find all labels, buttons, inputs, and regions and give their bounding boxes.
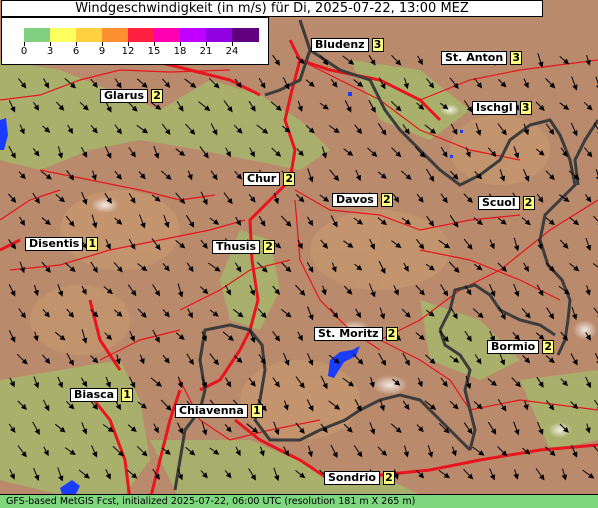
city-label: Ischgl 3 bbox=[472, 101, 532, 115]
city-label: Glarus 2 bbox=[100, 89, 164, 103]
city-name: St. Moritz bbox=[314, 327, 383, 341]
terrain-layer bbox=[0, 0, 598, 508]
wind-speed-value: 2 bbox=[283, 172, 296, 186]
forecast-info-footer: GFS-based MetGIS Fcst, initialized 2025-… bbox=[0, 494, 598, 508]
legend-colorbar bbox=[24, 28, 259, 42]
legend-color-segment bbox=[128, 28, 155, 42]
city-label: Scuol 2 bbox=[478, 196, 535, 210]
city-label: St. Anton 3 bbox=[441, 51, 523, 65]
city-name: Bormio bbox=[487, 340, 540, 354]
legend-color-segment bbox=[206, 28, 233, 42]
legend-color-segment bbox=[180, 28, 207, 42]
city-name: Biasca bbox=[70, 388, 119, 402]
city-name: Davos bbox=[332, 193, 378, 207]
wind-speed-value: 2 bbox=[382, 471, 395, 485]
city-name: Disentis bbox=[25, 237, 84, 251]
city-name: Ischgl bbox=[472, 101, 517, 115]
legend-tick-label: 24 bbox=[225, 46, 239, 57]
city-label: St. Moritz 2 bbox=[314, 327, 398, 341]
legend-color-segment bbox=[50, 28, 77, 42]
legend-tick-label: 18 bbox=[173, 46, 187, 57]
city-label: Chur 2 bbox=[243, 172, 296, 186]
legend-color-segment bbox=[102, 28, 129, 42]
city-label: Bludenz 3 bbox=[311, 38, 384, 52]
wind-speed-value: 3 bbox=[371, 38, 384, 52]
legend-tick-label: 12 bbox=[121, 46, 135, 57]
legend-tick-label: 3 bbox=[46, 46, 54, 57]
city-label: Thusis 2 bbox=[212, 240, 276, 254]
city-name: Scuol bbox=[478, 196, 520, 210]
wind-map: Windgeschwindigkeit (in m/s) für Di, 202… bbox=[0, 0, 598, 508]
wind-speed-value: 2 bbox=[542, 340, 555, 354]
wind-speed-value: 2 bbox=[263, 240, 276, 254]
city-name: Thusis bbox=[212, 240, 261, 254]
legend-tick-label: 21 bbox=[199, 46, 213, 57]
city-label: Biasca 1 bbox=[70, 388, 134, 402]
wind-speed-value: 2 bbox=[522, 196, 535, 210]
wind-speed-value: 1 bbox=[250, 404, 263, 418]
city-label: Disentis 1 bbox=[25, 237, 99, 251]
legend-color-segment bbox=[232, 28, 259, 42]
city-name: Glarus bbox=[100, 89, 149, 103]
legend-tick-label: 15 bbox=[147, 46, 161, 57]
city-name: Chiavenna bbox=[175, 404, 248, 418]
map-title: Windgeschwindigkeit (in m/s) für Di, 202… bbox=[1, 0, 543, 17]
legend-color-segment bbox=[24, 28, 51, 42]
city-label: Sondrio 2 bbox=[324, 471, 395, 485]
wind-speed-value: 2 bbox=[385, 327, 398, 341]
city-label: Bormio 2 bbox=[487, 340, 555, 354]
wind-speed-value: 1 bbox=[121, 388, 134, 402]
legend-color-segment bbox=[154, 28, 181, 42]
city-name: Bludenz bbox=[311, 38, 369, 52]
city-label: Davos 2 bbox=[332, 193, 393, 207]
legend-tick-label: 6 bbox=[72, 46, 80, 57]
city-name: Sondrio bbox=[324, 471, 380, 485]
city-label: Chiavenna 1 bbox=[175, 404, 263, 418]
wind-speed-value: 2 bbox=[151, 89, 164, 103]
wind-speed-value: 3 bbox=[510, 51, 523, 65]
city-name: Chur bbox=[243, 172, 281, 186]
legend-color-segment bbox=[76, 28, 103, 42]
wind-speed-legend: 0 3 6 9 12 15 18 21 24 bbox=[1, 17, 269, 65]
legend-tick-label: 9 bbox=[98, 46, 106, 57]
wind-speed-value: 1 bbox=[86, 237, 99, 251]
city-name: St. Anton bbox=[441, 51, 508, 65]
legend-tick-label: 0 bbox=[20, 46, 28, 57]
wind-speed-value: 2 bbox=[380, 193, 393, 207]
wind-speed-value: 3 bbox=[519, 101, 532, 115]
